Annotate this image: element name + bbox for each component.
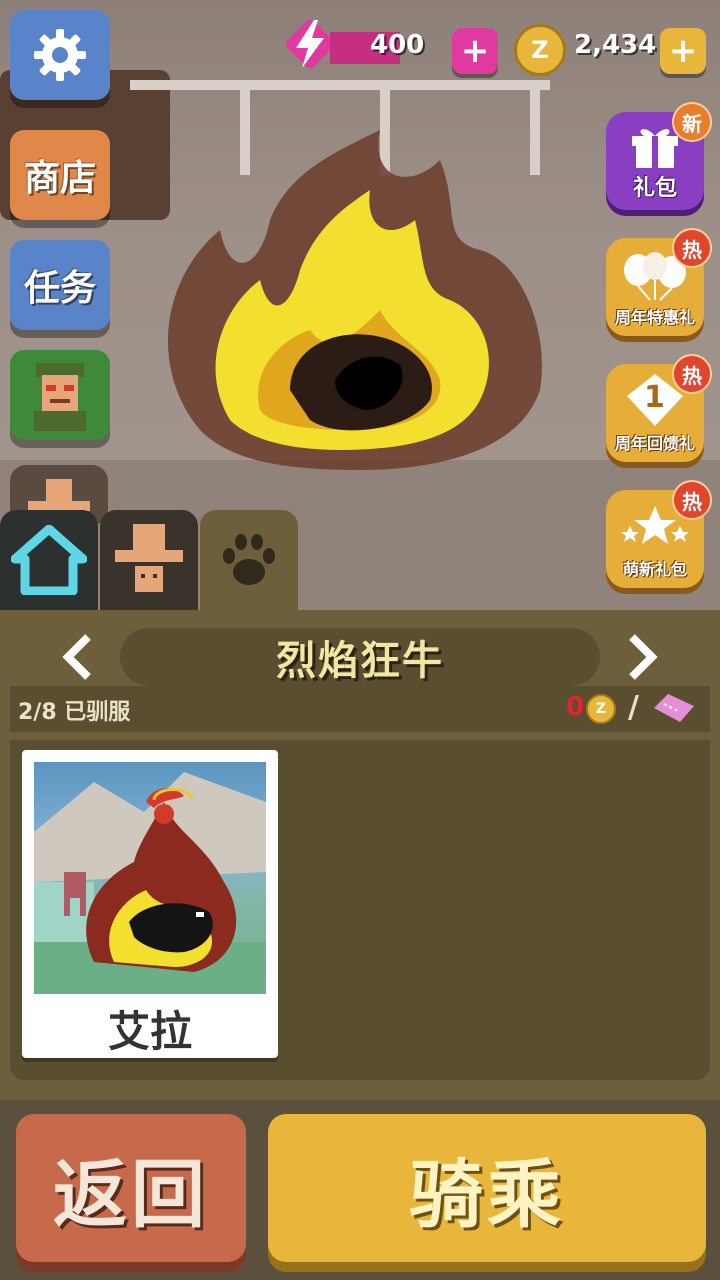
shop-label: 商店 bbox=[23, 158, 96, 199]
anniversary-return-label: 周年回馈礼 bbox=[614, 434, 695, 453]
tamed-count: 2/8 已驯服 bbox=[18, 700, 131, 725]
energy-value: 400 bbox=[370, 30, 425, 60]
chevron-left-icon bbox=[62, 634, 91, 680]
flame-bull-figure bbox=[167, 130, 542, 470]
missions-button[interactable]: 任务 bbox=[10, 240, 110, 330]
gift-box-icon bbox=[632, 129, 678, 168]
coin-cost: 0 bbox=[566, 692, 585, 722]
lightning-icon bbox=[296, 20, 324, 68]
flame-bull-portrait bbox=[34, 772, 266, 994]
next-arrow-button[interactable] bbox=[622, 628, 662, 686]
cowboy-hat-icon bbox=[115, 524, 183, 592]
energy-counter: 400 bbox=[283, 17, 464, 71]
tab-home[interactable] bbox=[0, 510, 98, 610]
anniversary-number: 1 bbox=[644, 380, 665, 415]
ride-button[interactable]: 骑乘 bbox=[268, 1114, 706, 1262]
previous-arrow-button[interactable] bbox=[58, 628, 98, 686]
new-badge: 新 bbox=[672, 102, 712, 142]
back-label: 返回 bbox=[53, 1151, 209, 1238]
paw-icon bbox=[223, 534, 275, 585]
coin-counter: Z 2,434 bbox=[514, 22, 664, 76]
pet-card-grid: 艾拉 bbox=[10, 740, 710, 1080]
z-coin-icon: Z bbox=[586, 694, 616, 724]
cowboy-hat-icon bbox=[28, 479, 90, 511]
hot-badge: 热 bbox=[672, 480, 712, 520]
add-energy-button[interactable]: + bbox=[452, 28, 498, 74]
pet-name: 艾拉 bbox=[107, 1007, 192, 1056]
pet-collection-panel: 烈焰狂牛 2/8 已驯服 0 Z / 艾拉 bbox=[0, 610, 720, 1100]
separator-slash: / bbox=[628, 690, 639, 725]
tamed-info-bar: 2/8 已驯服 0 Z / bbox=[10, 686, 710, 732]
tab-cowboy[interactable] bbox=[100, 510, 198, 610]
tab-pets[interactable] bbox=[200, 510, 298, 610]
bottom-action-bar: 返回 骑乘 bbox=[0, 1100, 720, 1280]
home-icon bbox=[11, 525, 87, 595]
hot-badge: 热 bbox=[672, 354, 712, 394]
back-button[interactable]: 返回 bbox=[16, 1114, 246, 1262]
pet-card[interactable]: 艾拉 bbox=[22, 750, 278, 1058]
add-coins-button[interactable]: + bbox=[660, 28, 706, 74]
character-avatar-button[interactable] bbox=[10, 350, 110, 440]
anniversary-sale-button[interactable]: 周年特惠礼 热 bbox=[606, 228, 712, 336]
ticket-icon bbox=[654, 694, 694, 722]
gift-pack-button[interactable]: 礼包 新 bbox=[606, 102, 712, 210]
settings-button[interactable] bbox=[10, 10, 110, 100]
pet-card-image bbox=[34, 762, 266, 994]
pet-species-title: 烈焰狂牛 bbox=[276, 638, 444, 684]
ride-label: 骑乘 bbox=[409, 1151, 565, 1238]
hot-badge: 热 bbox=[672, 228, 712, 268]
avatar bbox=[34, 363, 86, 431]
z-coin-icon: Z bbox=[514, 24, 566, 76]
shop-button[interactable]: 商店 bbox=[10, 130, 110, 220]
anniversary-sale-label: 周年特惠礼 bbox=[614, 308, 695, 327]
anniversary-return-button[interactable]: 1 周年回馈礼 热 bbox=[606, 354, 712, 462]
pet-species-title-bar: 烈焰狂牛 bbox=[120, 628, 600, 686]
newbie-pack-button[interactable]: 萌新礼包 热 bbox=[606, 480, 712, 588]
newbie-pack-label: 萌新礼包 bbox=[622, 560, 687, 579]
chevron-right-icon bbox=[629, 634, 658, 680]
coins-value: 2,434 bbox=[574, 30, 657, 60]
missions-label: 任务 bbox=[23, 268, 96, 309]
gear-icon bbox=[34, 29, 86, 81]
gift-pack-label: 礼包 bbox=[632, 176, 677, 201]
